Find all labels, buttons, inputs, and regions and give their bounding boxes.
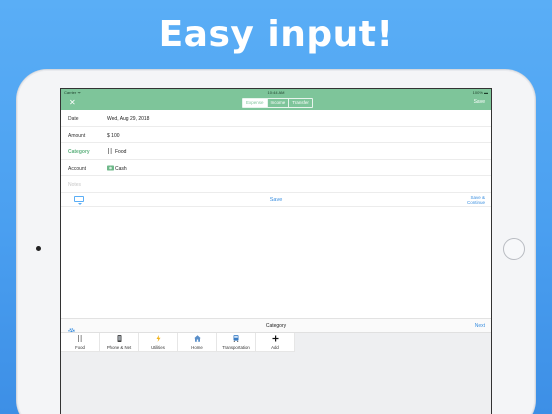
amount-row[interactable]: Amount $ 100 — [61, 127, 491, 143]
nav-save-button[interactable]: Save — [474, 99, 485, 105]
train-icon — [217, 335, 255, 342]
category-tile-label: Home — [191, 345, 203, 350]
category-tile-label: Phone & Net — [106, 345, 132, 350]
category-tile-utilities[interactable]: Utilities — [139, 333, 178, 352]
category-tile-add[interactable]: Add — [256, 333, 295, 352]
category-row[interactable]: Category Food — [61, 143, 491, 160]
close-icon[interactable]: ✕ — [69, 98, 76, 107]
account-row[interactable]: Account Cash — [61, 160, 491, 176]
save-button[interactable]: Save — [61, 197, 491, 203]
account-label: Account — [68, 165, 87, 172]
category-tile-food[interactable]: Food — [61, 333, 100, 352]
category-value: Food — [115, 149, 127, 155]
fork-knife-icon — [61, 335, 99, 342]
date-row[interactable]: Date Wed, Aug 29, 2018 — [61, 110, 491, 127]
home-button[interactable] — [503, 238, 525, 260]
status-time: 10:44 AM — [267, 90, 285, 95]
headline: Easy input! — [158, 14, 394, 55]
lightning-icon — [139, 335, 177, 342]
cash-icon — [107, 165, 114, 171]
battery-indicator: 100% ▬ — [472, 90, 488, 95]
account-value: Cash — [115, 165, 127, 172]
category-tile-phone-net[interactable]: Phone & Net — [100, 333, 139, 352]
camera-dot — [36, 246, 41, 251]
notes-placeholder[interactable]: Notes — [68, 182, 81, 188]
notes-row[interactable]: Notes — [61, 176, 491, 193]
app-screen: Carrier ᯤ 10:44 AM 100% ▬ ✕ Expense Inco… — [60, 88, 492, 414]
category-grid: Food Phone & Net Utilities Home Transpor… — [61, 332, 491, 414]
amount-value: $ 100 — [107, 132, 120, 139]
fork-knife-icon — [107, 148, 113, 154]
next-button[interactable]: Next — [475, 323, 485, 329]
category-tile-transportation[interactable]: Transportation — [217, 333, 256, 352]
plus-icon — [256, 335, 294, 342]
home-icon — [178, 335, 216, 342]
type-segmented-control: Expense Income Transfer — [242, 98, 313, 108]
segment-expense[interactable]: Expense — [243, 99, 268, 107]
segment-transfer[interactable]: Transfer — [289, 99, 312, 107]
date-label: Date — [68, 116, 79, 122]
category-tile-label: Transportation — [222, 345, 250, 350]
category-label: Category — [68, 149, 90, 155]
category-tile-label: Add — [271, 345, 279, 350]
category-tile-home[interactable]: Home — [178, 333, 217, 352]
category-panel-title: Category — [265, 323, 287, 329]
phone-icon — [100, 335, 138, 342]
category-tile-label: Food — [75, 345, 85, 350]
nav-bar: ✕ Expense Income Transfer Save — [61, 96, 491, 110]
status-bar: Carrier ᯤ 10:44 AM 100% ▬ — [61, 89, 491, 96]
save-continue-line2: Continue — [466, 199, 485, 205]
date-value: Wed, Aug 29, 2018 — [107, 116, 150, 122]
category-tile-label: Utilities — [151, 345, 165, 350]
action-bar: Save Save & Continue — [61, 193, 491, 207]
save-continue-button[interactable]: Save & Continue — [467, 195, 485, 205]
category-panel-header: Category Next — [61, 318, 491, 335]
amount-label: Amount — [68, 132, 86, 139]
segment-income[interactable]: Income — [268, 99, 290, 107]
